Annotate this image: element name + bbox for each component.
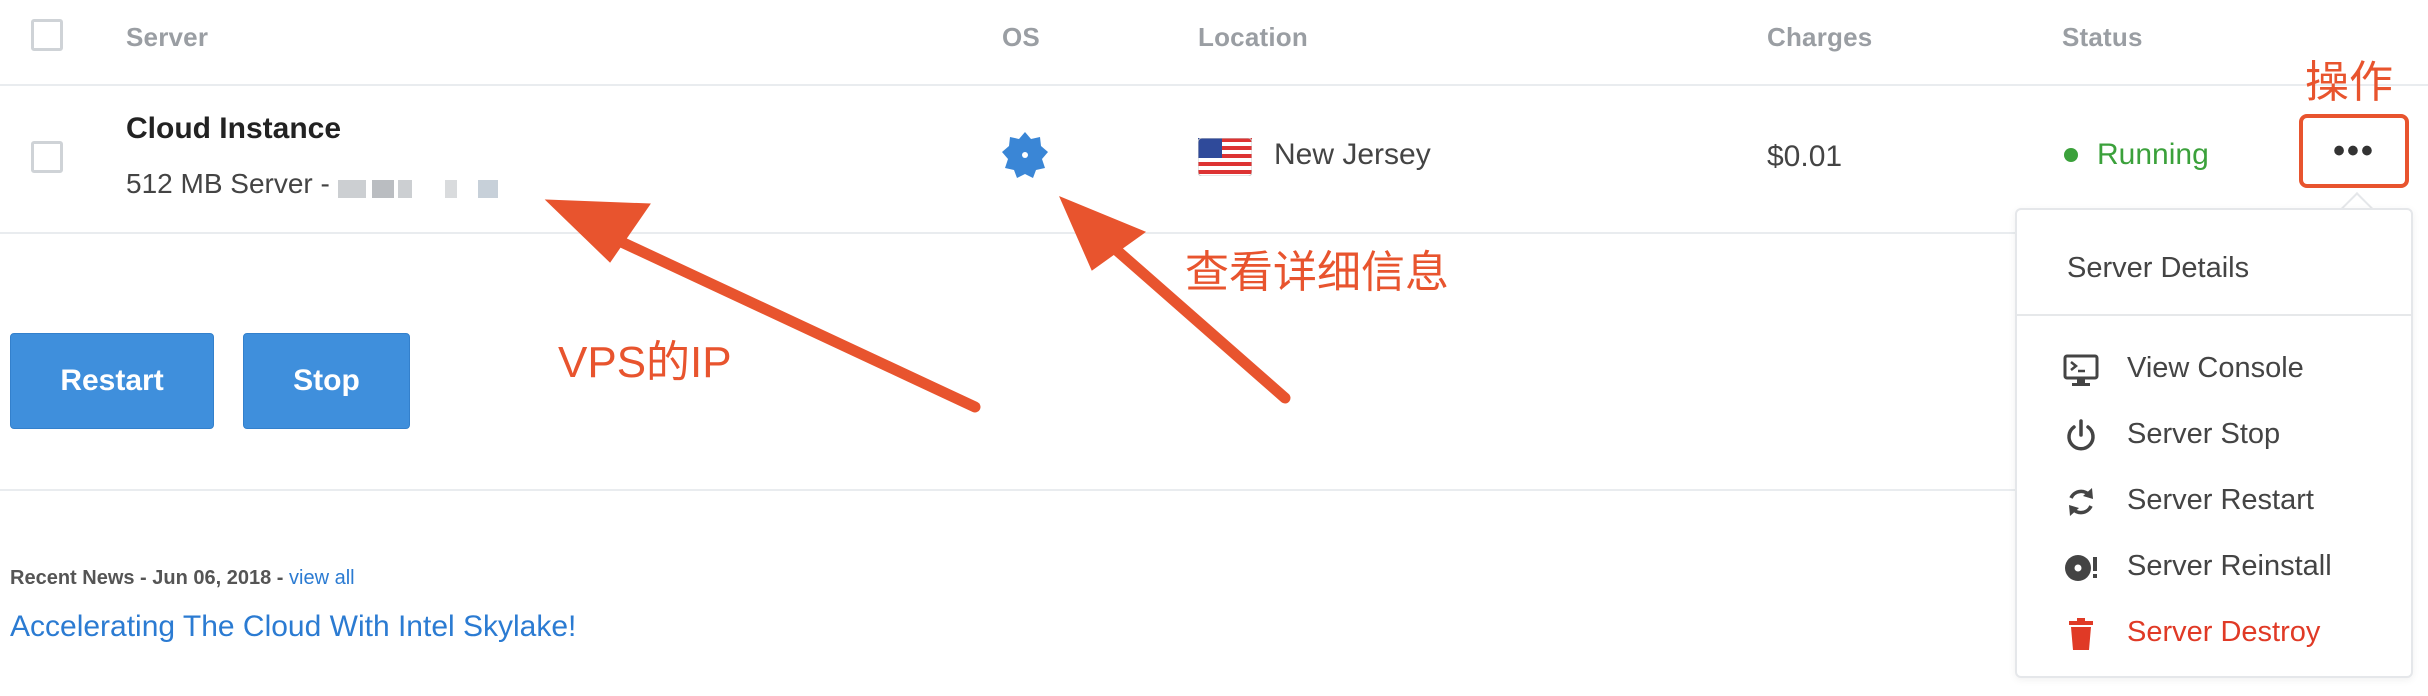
row-divider: [0, 232, 2015, 234]
server-actions-dropdown: Server Details View Console Server Stop …: [2015, 208, 2413, 678]
dropdown-divider: [2017, 314, 2411, 316]
reinstall-icon: [2065, 555, 2097, 581]
arrowhead-ip: [544, 199, 651, 263]
restart-button[interactable]: Restart: [10, 333, 214, 429]
row-checkbox[interactable]: [31, 141, 63, 173]
more-actions-button[interactable]: •••: [2299, 114, 2409, 188]
column-header-location[interactable]: Location: [1198, 22, 1308, 53]
menu-item-server-restart[interactable]: Server Restart: [2017, 476, 2411, 532]
restart-icon: [2069, 488, 2093, 516]
status-dot-icon: [2064, 148, 2078, 162]
annotation-view-details: 查看详细信息: [1185, 248, 1449, 297]
dropdown-header[interactable]: Server Details: [2067, 252, 2249, 285]
annotation-operation: 操作: [2305, 58, 2393, 107]
trash-icon: [2069, 618, 2093, 650]
menu-item-label: Server Stop: [2127, 418, 2281, 450]
server-status: Running: [2097, 138, 2209, 171]
menu-item-label: View Console: [2127, 352, 2304, 384]
server-subtitle: 512 MB Server -: [126, 168, 330, 199]
news-article-link[interactable]: Accelerating The Cloud With Intel Skylak…: [10, 610, 576, 644]
server-charges: $0.01: [1767, 140, 1843, 173]
us-flag-icon: [1198, 138, 1252, 176]
news-date: Recent News - Jun 06, 2018 -: [10, 567, 290, 589]
column-header-server[interactable]: Server: [126, 22, 208, 53]
menu-item-server-reinstall[interactable]: Server Reinstall: [2017, 542, 2411, 598]
header-divider: [0, 84, 2428, 86]
select-all-checkbox[interactable]: [31, 19, 63, 51]
server-location: New Jersey: [1274, 138, 1431, 171]
os-icon[interactable]: [1000, 130, 1050, 180]
section-divider: [0, 489, 2015, 491]
menu-item-server-stop[interactable]: Server Stop: [2017, 410, 2411, 466]
power-icon: [2067, 419, 2095, 451]
menu-item-server-destroy[interactable]: Server Destroy: [2017, 608, 2411, 664]
annotation-vps-ip: VPS的IP: [558, 338, 732, 387]
server-title[interactable]: Cloud Instance: [126, 112, 341, 146]
stop-button[interactable]: Stop: [243, 333, 410, 429]
view-all-link[interactable]: view all: [289, 567, 355, 589]
menu-item-label: Server Restart: [2127, 484, 2314, 516]
menu-item-label: Server Reinstall: [2127, 550, 2332, 582]
menu-item-label: Server Destroy: [2127, 616, 2321, 648]
column-header-status[interactable]: Status: [2062, 22, 2143, 53]
news-meta: Recent News - Jun 06, 2018 - view all: [10, 567, 355, 590]
column-header-charges[interactable]: Charges: [1767, 22, 1872, 53]
column-header-os[interactable]: OS: [1002, 22, 1040, 53]
console-icon: [2063, 354, 2099, 386]
menu-item-view-console[interactable]: View Console: [2017, 344, 2411, 400]
